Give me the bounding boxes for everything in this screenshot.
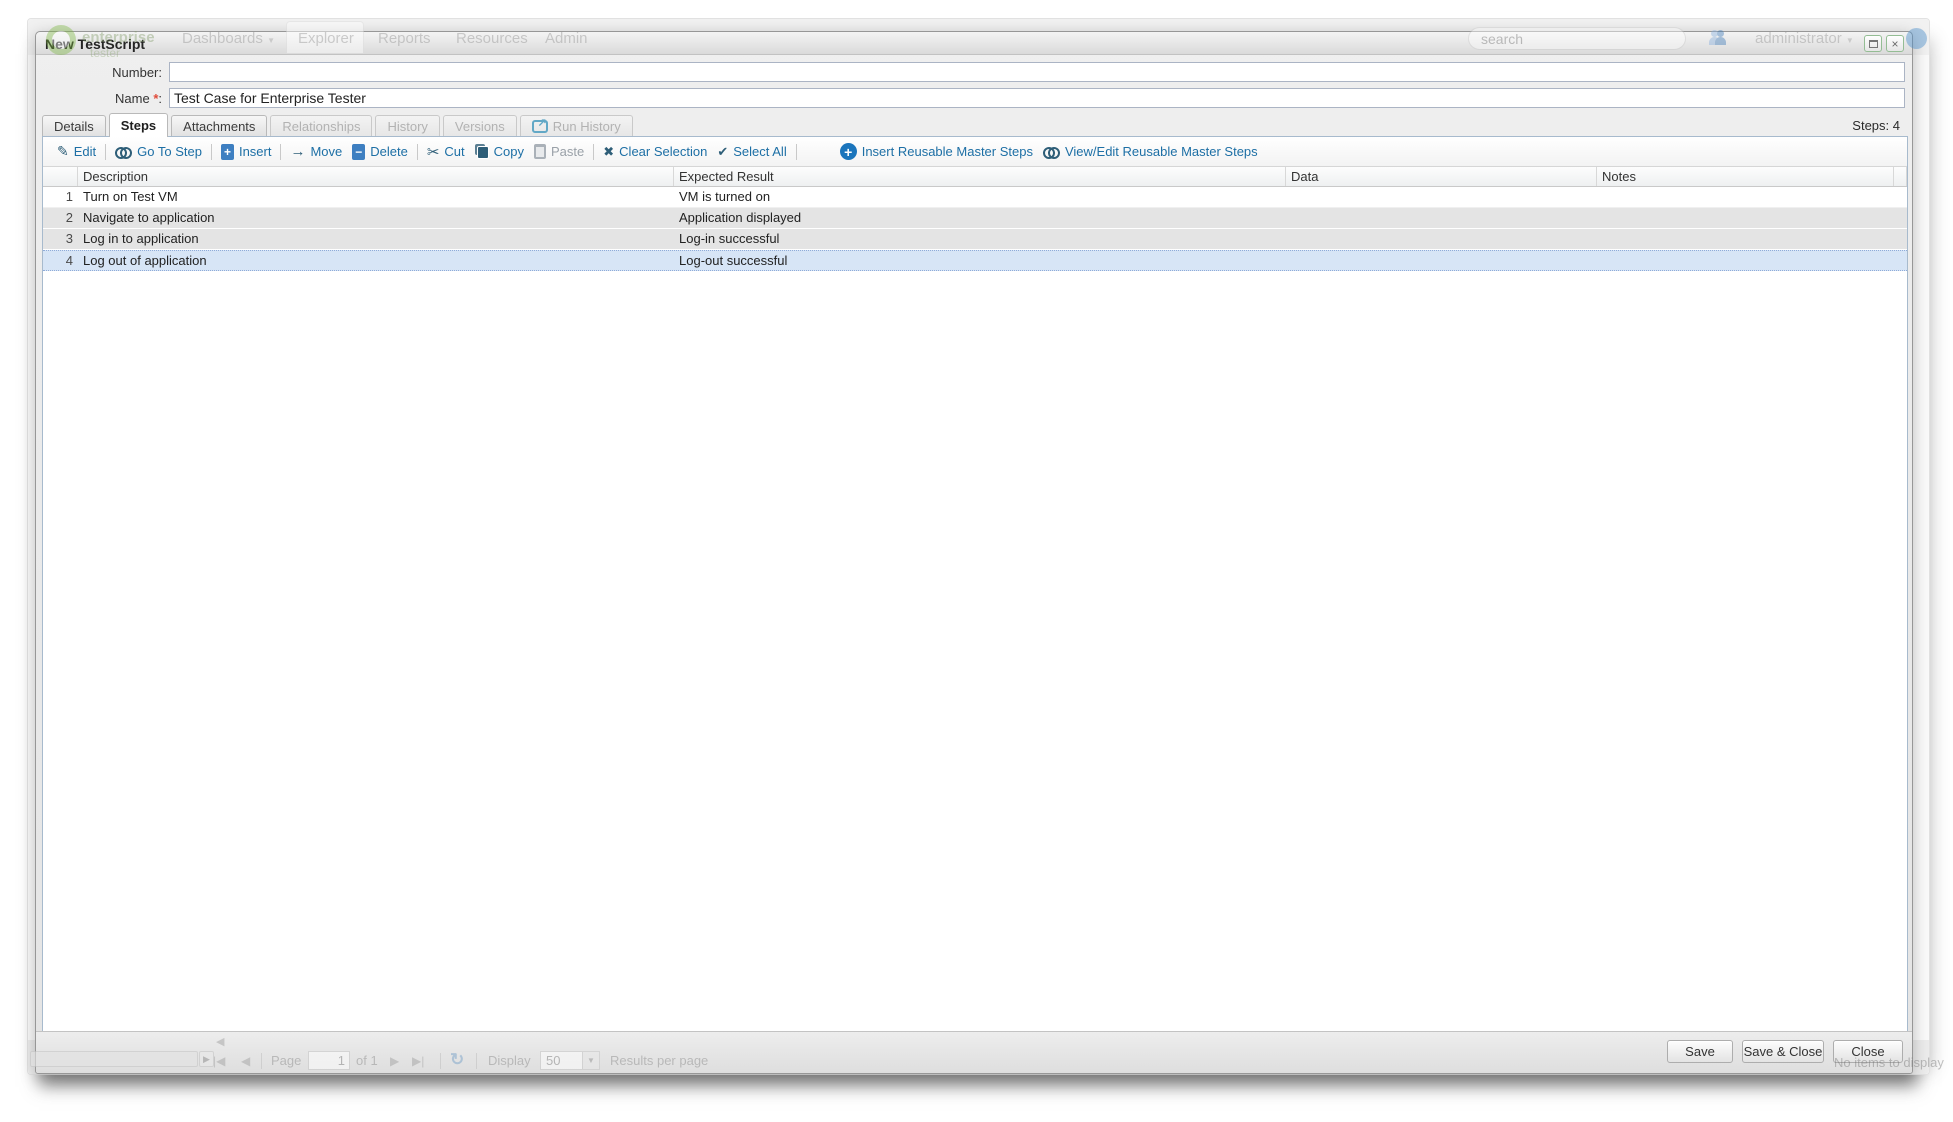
- run-history-icon: [532, 120, 548, 133]
- cell-data: [1286, 229, 1597, 249]
- column-header-data[interactable]: Data: [1286, 167, 1597, 186]
- clear-x-icon: ✖: [603, 144, 614, 160]
- maximize-button[interactable]: [1864, 35, 1882, 52]
- close-dialog-button[interactable]: Close: [1833, 1040, 1903, 1063]
- steps-toolbar: ✎Edit Go To Step +Insert →Move −Delete ✂…: [43, 137, 1907, 167]
- steps-panel: ✎Edit Go To Step +Insert →Move −Delete ✂…: [42, 136, 1908, 1033]
- checkmark-icon: ✔: [717, 144, 728, 160]
- cell-spacer: [1894, 187, 1907, 207]
- scissors-icon: ✂: [427, 143, 440, 161]
- screenshot-canvas: New TestScript × Number: Name *: Details…: [0, 0, 1953, 1122]
- cell-data: [1286, 187, 1597, 207]
- dialog-titlebar[interactable]: New TestScript ×: [36, 32, 1912, 55]
- cell-expected-result: Log-out successful: [674, 251, 1286, 270]
- plus-circle-icon: +: [840, 143, 857, 160]
- column-header-expected-result[interactable]: Expected Result: [674, 167, 1286, 186]
- tab-relationships: Relationships: [270, 115, 372, 137]
- save-button[interactable]: Save: [1667, 1040, 1733, 1063]
- dialog-title: New TestScript: [45, 36, 145, 52]
- view-edit-reusable-master-steps-button[interactable]: View/Edit Reusable Master Steps: [1038, 144, 1263, 159]
- row-number: 3: [43, 229, 78, 249]
- name-input[interactable]: [169, 88, 1905, 108]
- window-buttons: ×: [1864, 35, 1904, 52]
- number-label: Number:: [36, 63, 162, 83]
- steps-count-label: Steps: 4: [1852, 118, 1900, 133]
- column-header-spacer: [1894, 167, 1907, 186]
- cell-expected-result: Application displayed: [674, 208, 1286, 228]
- tab-attachments[interactable]: Attachments: [171, 115, 267, 137]
- toolbar-separator: [796, 144, 797, 160]
- cell-description: Navigate to application: [78, 208, 674, 228]
- cell-notes: [1597, 229, 1894, 249]
- app-window: New TestScript × Number: Name *: Details…: [27, 18, 1930, 1075]
- maximize-icon: [1869, 40, 1878, 48]
- binoculars-icon: [1043, 147, 1060, 156]
- cell-spacer: [1894, 251, 1907, 270]
- cell-spacer: [1894, 229, 1907, 249]
- close-icon: ×: [1891, 38, 1898, 50]
- cell-notes: [1597, 208, 1894, 228]
- tab-run-history: Run History: [520, 115, 633, 137]
- tab-history: History: [375, 115, 439, 137]
- paste-button: Paste: [529, 144, 589, 159]
- edit-button[interactable]: ✎Edit: [52, 143, 101, 160]
- cell-description: Log in to application: [78, 229, 674, 249]
- table-row-3[interactable]: 3 Log in to application Log-in successfu…: [43, 229, 1907, 250]
- row-number: 4: [43, 251, 78, 270]
- dialog-footer: Save Save & Close Close: [36, 1031, 1912, 1073]
- column-header-notes[interactable]: Notes: [1597, 167, 1894, 186]
- paste-clipboard-icon: [534, 144, 546, 159]
- row-number: 2: [43, 208, 78, 228]
- cell-description: Log out of application: [78, 251, 674, 270]
- tab-versions: Versions: [443, 115, 517, 137]
- cell-description: Turn on Test VM: [78, 187, 674, 207]
- toolbar-separator: [280, 144, 281, 160]
- cell-expected-result: VM is turned on: [674, 187, 1286, 207]
- cell-notes: [1597, 187, 1894, 207]
- dialog-tabstrip: Details Steps Attachments Relationships …: [42, 113, 633, 137]
- insert-button[interactable]: +Insert: [216, 144, 277, 160]
- cell-data: [1286, 251, 1597, 270]
- table-row-2[interactable]: 2 Navigate to application Application di…: [43, 208, 1907, 229]
- insert-page-icon: +: [221, 144, 234, 160]
- cell-notes: [1597, 251, 1894, 270]
- copy-icon: [475, 144, 489, 159]
- dialog-footer-buttons: Save Save & Close Close: [1667, 1040, 1903, 1063]
- cell-expected-result: Log-in successful: [674, 229, 1286, 249]
- select-all-button[interactable]: ✔Select All: [712, 144, 791, 160]
- copy-button[interactable]: Copy: [470, 144, 529, 159]
- toolbar-separator: [211, 144, 212, 160]
- toolbar-separator: [105, 144, 106, 160]
- row-number: 1: [43, 187, 78, 207]
- column-header-description[interactable]: Description: [78, 167, 674, 186]
- tab-steps[interactable]: Steps: [109, 113, 168, 137]
- tab-details[interactable]: Details: [42, 115, 106, 137]
- number-input[interactable]: [169, 62, 1905, 82]
- name-label: Name *:: [36, 89, 162, 109]
- cut-button[interactable]: ✂Cut: [422, 143, 470, 161]
- delete-button[interactable]: −Delete: [347, 144, 413, 160]
- binoculars-icon: [115, 147, 132, 156]
- close-button[interactable]: ×: [1886, 35, 1904, 52]
- toolbar-separator: [593, 144, 594, 160]
- cell-spacer: [1894, 208, 1907, 228]
- edit-pencil-icon: ✎: [57, 143, 69, 160]
- save-and-close-button[interactable]: Save & Close: [1742, 1040, 1824, 1063]
- new-testscript-dialog: New TestScript × Number: Name *: Details…: [35, 31, 1913, 1074]
- grid-header: Description Expected Result Data Notes: [43, 167, 1907, 187]
- clear-selection-button[interactable]: ✖Clear Selection: [598, 144, 712, 160]
- delete-page-icon: −: [352, 144, 365, 160]
- insert-reusable-master-steps-button[interactable]: +Insert Reusable Master Steps: [835, 143, 1038, 160]
- table-row-4-selected[interactable]: 4 Log out of application Log-out success…: [43, 250, 1907, 271]
- toolbar-separator: [417, 144, 418, 160]
- move-arrow-icon: →: [290, 143, 305, 160]
- move-button[interactable]: →Move: [285, 143, 347, 160]
- cell-data: [1286, 208, 1597, 228]
- row-number-column-header: [43, 167, 78, 186]
- go-to-step-button[interactable]: Go To Step: [110, 144, 207, 159]
- table-row-1[interactable]: 1 Turn on Test VM VM is turned on: [43, 187, 1907, 208]
